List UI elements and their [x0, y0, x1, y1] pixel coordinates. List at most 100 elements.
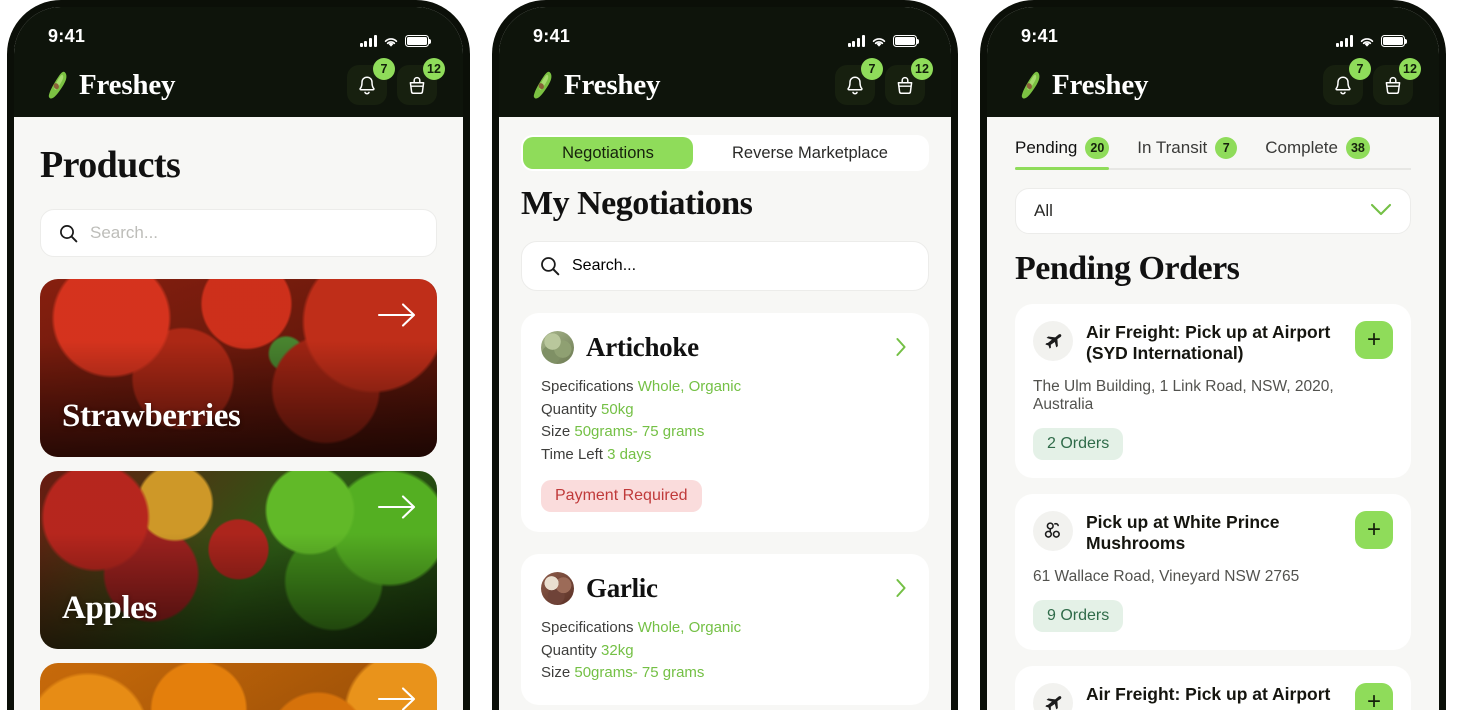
- order-title: Air Freight: Pick up at Airport: [1086, 684, 1331, 704]
- arrow-right-icon[interactable]: [377, 685, 417, 710]
- spec-label: Size: [541, 664, 571, 681]
- page-title: My Negotiations: [521, 185, 753, 222]
- tab-reverse-marketplace[interactable]: Reverse Marketplace: [693, 137, 927, 169]
- brand-name: Freshey: [564, 68, 661, 101]
- notifications-badge: 7: [1349, 58, 1371, 80]
- screen-negotiations: 9:41 Freshey 7 12 Negotiations Reverse M…: [499, 7, 951, 710]
- spec-label: Quantity: [541, 641, 597, 659]
- status-time: 9:41: [48, 26, 86, 46]
- app-header: Freshey 7 12: [14, 53, 463, 117]
- tab-complete[interactable]: Complete 38: [1265, 137, 1370, 168]
- add-order-button[interactable]: +: [1355, 321, 1393, 359]
- battery-full-icon: [893, 35, 920, 47]
- spec-value: 3 days: [607, 445, 652, 463]
- order-title: Air Freight: Pick up at Airport (SYD Int…: [1086, 322, 1331, 363]
- brand[interactable]: Freshey: [1021, 69, 1149, 102]
- order-card[interactable]: Air Freight: Pick up at Airport +: [1015, 666, 1411, 710]
- status-indicators: [1335, 35, 1408, 47]
- tab-negotiations[interactable]: Negotiations: [523, 137, 693, 169]
- bell-icon: [847, 75, 863, 94]
- negotiation-header: Garlic: [541, 572, 909, 605]
- phone-frame-negotiations: 9:41 Freshey 7 12 Negotiations Reverse M…: [492, 0, 958, 710]
- avocado-logo-icon: [533, 70, 555, 100]
- notifications-button[interactable]: 7: [347, 58, 395, 105]
- negotiation-specs: Specifications Whole, Organic Quantity 3…: [541, 617, 909, 685]
- tab-label: In Transit: [1137, 138, 1208, 157]
- bell-icon: [1335, 75, 1351, 94]
- notifications-badge: 7: [373, 58, 395, 80]
- product-card[interactable]: Strawberries: [40, 279, 437, 457]
- search-input[interactable]: Search...: [40, 209, 437, 257]
- cart-button[interactable]: 12: [885, 58, 933, 105]
- arrow-right-icon[interactable]: [377, 493, 417, 521]
- search-placeholder: Search...: [90, 223, 159, 242]
- chevron-down-icon[interactable]: [1370, 201, 1392, 221]
- tab-pending[interactable]: Pending 20: [1015, 137, 1110, 170]
- wifi-icon: [383, 35, 399, 47]
- phone-frame-products: 9:41 Freshey 7 12 Products Search... Str…: [7, 0, 470, 710]
- cellular-bars-icon: [1335, 35, 1353, 47]
- screen-orders: 9:41 Freshey 7 12 Pending 20 In Transit …: [987, 7, 1439, 710]
- search-icon: [60, 224, 78, 242]
- avocado-logo-icon: [1021, 70, 1043, 100]
- wifi-icon: [871, 35, 887, 47]
- page-title: Pending Orders: [1015, 250, 1240, 287]
- notifications-button[interactable]: 7: [835, 58, 883, 105]
- orders-body: Pending 20 In Transit 7 Complete 38 All: [987, 117, 1439, 710]
- product-card[interactable]: Oranges: [40, 663, 437, 710]
- spec-label: Specifications: [541, 378, 634, 395]
- basket-icon: [409, 76, 425, 94]
- status-time: 9:41: [1021, 26, 1059, 46]
- arrow-right-icon[interactable]: [377, 301, 417, 329]
- order-status-tabs: Pending 20 In Transit 7 Complete 38: [1015, 137, 1411, 170]
- spec-value: Whole, Organic: [637, 378, 742, 395]
- notifications-button[interactable]: 7: [1323, 58, 1371, 105]
- status-bar: 9:41: [987, 7, 1439, 53]
- status-indicators: [359, 35, 432, 47]
- brand-name: Freshey: [79, 68, 176, 101]
- tab-in-transit[interactable]: In Transit 7: [1137, 137, 1238, 168]
- cart-button[interactable]: 12: [397, 58, 445, 105]
- order-card-header: Pick up at White Prince Mushrooms +: [1033, 511, 1393, 554]
- brand[interactable]: Freshey: [533, 68, 661, 102]
- order-card[interactable]: Air Freight: Pick up at Airport (SYD Int…: [1015, 304, 1411, 478]
- order-count-badge: 2 Orders: [1033, 428, 1124, 460]
- negotiation-product-name: Garlic: [586, 573, 658, 603]
- order-card[interactable]: Pick up at White Prince Mushrooms + 61 W…: [1015, 494, 1411, 650]
- mushroom-cluster-icon: [1033, 511, 1073, 551]
- cart-badge: 12: [1399, 58, 1421, 80]
- chevron-right-icon[interactable]: [895, 337, 907, 362]
- tab-count-badge: 7: [1215, 137, 1238, 159]
- spec-value: 50grams- 75 grams: [574, 664, 705, 681]
- status-badge: Payment Required: [541, 480, 702, 512]
- status-bar: 9:41: [14, 7, 463, 53]
- search-input[interactable]: Search...: [521, 241, 929, 291]
- chevron-right-icon[interactable]: [895, 578, 907, 603]
- order-card-header: Air Freight: Pick up at Airport (SYD Int…: [1033, 321, 1393, 364]
- negotiations-body: Negotiations Reverse Marketplace My Nego…: [499, 117, 951, 710]
- phone-frame-orders: 9:41 Freshey 7 12 Pending 20 In Transit …: [980, 0, 1446, 710]
- brand[interactable]: Freshey: [48, 68, 176, 102]
- spec-value: Whole, Organic: [637, 619, 742, 636]
- negotiation-product-name: Artichoke: [586, 332, 699, 362]
- product-list: Strawberries Apples: [40, 279, 437, 710]
- cart-button[interactable]: 12: [1373, 58, 1421, 105]
- header-actions: 7 12: [1323, 58, 1421, 105]
- spec-row-specifications: Specifications Whole, Organic: [541, 617, 909, 640]
- tab-count-badge: 20: [1085, 137, 1110, 159]
- battery-full-icon: [1381, 35, 1408, 47]
- add-order-button[interactable]: +: [1355, 683, 1393, 710]
- spec-label: Specifications: [541, 619, 634, 636]
- cellular-bars-icon: [847, 35, 865, 47]
- negotiation-header: Artichoke: [541, 331, 909, 364]
- negotiation-card[interactable]: Garlic Specifications Whole, Organic Qua…: [521, 554, 929, 705]
- screen-products: 9:41 Freshey 7 12 Products Search... Str…: [14, 7, 463, 710]
- add-order-button[interactable]: +: [1355, 511, 1393, 549]
- filter-select[interactable]: All: [1015, 188, 1411, 234]
- product-card[interactable]: Apples: [40, 471, 437, 649]
- order-count-badge: 9 Orders: [1033, 600, 1124, 632]
- order-title: Pick up at White Prince Mushrooms: [1086, 512, 1280, 553]
- product-thumbnail: [541, 331, 574, 364]
- negotiation-card[interactable]: Artichoke Specifications Whole, Organic …: [521, 313, 929, 532]
- battery-full-icon: [405, 35, 432, 47]
